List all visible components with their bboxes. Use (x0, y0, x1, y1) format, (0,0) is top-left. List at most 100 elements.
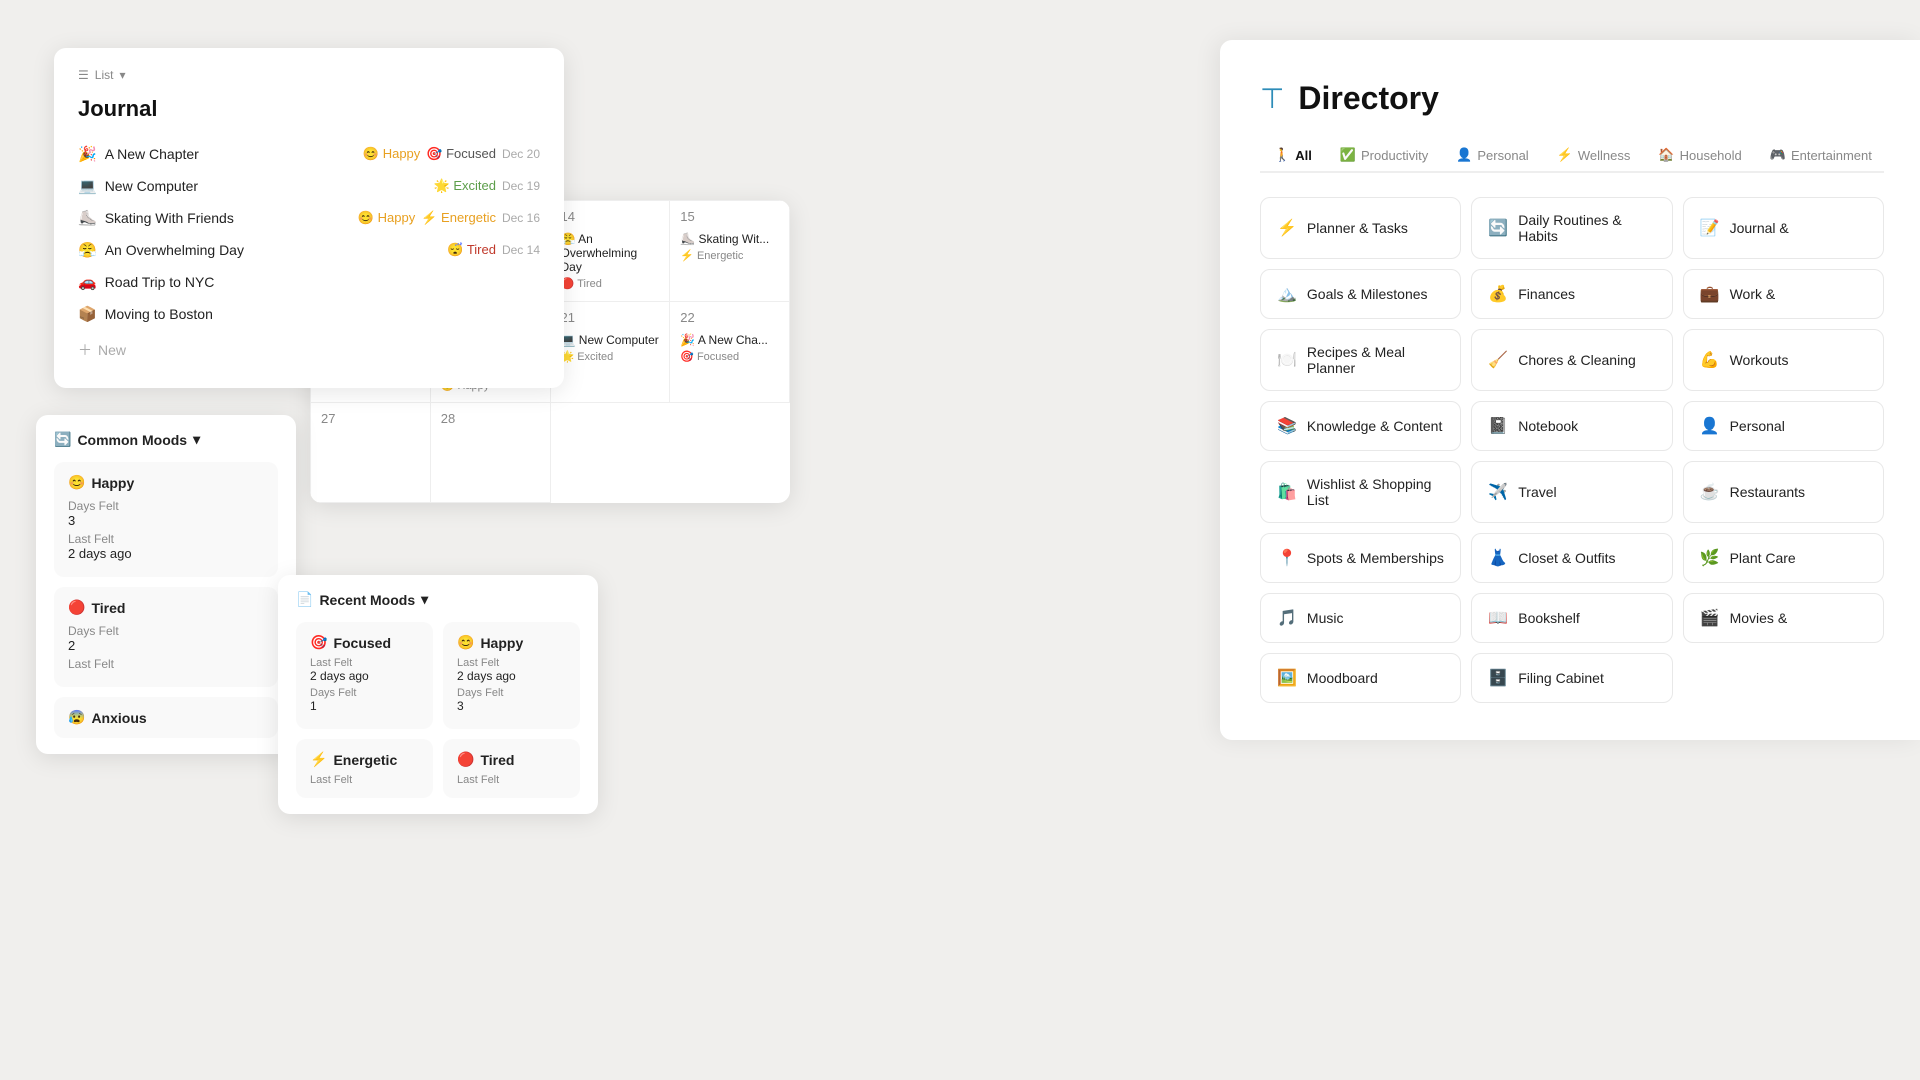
closet-icon: 👗 (1488, 548, 1508, 568)
cal-event-title[interactable]: 😤 An Overwhelming Day (561, 232, 660, 274)
entry-emoji: 😤 (78, 241, 97, 259)
recent-mood-name: 🔴 Tired (457, 751, 566, 768)
dir-item-knowledge[interactable]: 📚 Knowledge & Content (1260, 401, 1461, 451)
dir-item-personal[interactable]: 👤 Personal (1683, 401, 1884, 451)
days-felt-label: Days Felt (68, 499, 264, 513)
journal-entry-6[interactable]: 📦 Moving to Boston (78, 298, 540, 330)
last-felt-label: Last Felt (68, 657, 264, 671)
dir-item-label: Music (1307, 610, 1344, 626)
dir-item-spots[interactable]: 📍 Spots & Memberships (1260, 533, 1461, 583)
dir-item-daily-routines[interactable]: 🔄 Daily Routines & Habits (1471, 197, 1672, 259)
dir-item-closet[interactable]: 👗 Closet & Outfits (1471, 533, 1672, 583)
household-icon: 🏠 (1658, 147, 1674, 163)
notebook-icon: 📓 (1488, 416, 1508, 436)
tab-household[interactable]: 🏠 Household (1644, 139, 1755, 173)
tab-all[interactable]: 🚶 All (1260, 139, 1326, 173)
chevron-down-icon: ▾ (193, 431, 200, 448)
dir-item-label: Finances (1518, 286, 1575, 302)
dir-item-work[interactable]: 💼 Work & (1683, 269, 1884, 319)
journal-entry-3[interactable]: ⛸️ Skating With Friends 😊 Happy ⚡ Energe… (78, 202, 540, 234)
dir-item-recipes[interactable]: 🍽️ Recipes & Meal Planner (1260, 329, 1461, 391)
cal-event-tag: 🔴Tired (561, 277, 660, 290)
dir-item-label: Chores & Cleaning (1518, 352, 1636, 368)
tab-wellness[interactable]: ⚡ Wellness (1543, 139, 1645, 173)
tab-entertainment[interactable]: 🎮 Entertainment (1756, 139, 1884, 173)
dir-item-label: Plant Care (1730, 550, 1796, 566)
recent-mood-name: ⚡ Energetic (310, 751, 419, 768)
dir-item-workouts[interactable]: 💪 Workouts (1683, 329, 1884, 391)
last-felt-label: Last Felt (457, 774, 566, 786)
recent-mood-name: 😊 Happy (457, 634, 566, 651)
dir-item-plants[interactable]: 🌿 Plant Care (1683, 533, 1884, 583)
dir-item-label: Planner & Tasks (1307, 220, 1408, 236)
recent-mood-focused[interactable]: 🎯 Focused Last Felt 2 days ago Days Felt… (296, 622, 433, 729)
file-icon: 📄 (296, 591, 313, 608)
dir-item-label: Restaurants (1730, 484, 1805, 500)
dir-item-travel[interactable]: ✈️ Travel (1471, 461, 1672, 523)
new-label[interactable]: New (98, 342, 126, 358)
dir-item-label: Moodboard (1307, 670, 1378, 686)
tab-productivity[interactable]: ✅ Productivity (1326, 139, 1442, 173)
journal-entry-2[interactable]: 💻 New Computer 🌟 Excited Dec 19 (78, 170, 540, 202)
productivity-icon: ✅ (1340, 147, 1356, 163)
dir-item-chores[interactable]: 🧹 Chores & Cleaning (1471, 329, 1672, 391)
last-felt-label: Last Felt (310, 774, 419, 786)
entry-emoji: 📦 (78, 305, 97, 323)
journal-entry-1[interactable]: 🎉 A New Chapter 😊 Happy 🎯 Focused Dec 20 (78, 138, 540, 170)
dir-item-movies[interactable]: 🎬 Movies & (1683, 593, 1884, 643)
dir-item-label: Filing Cabinet (1518, 670, 1604, 686)
last-felt-value: 2 days ago (310, 669, 419, 683)
mood-card-tired[interactable]: 🔴 Tired Days Felt 2 Last Felt (54, 587, 278, 687)
entry-date: Dec 19 (502, 179, 540, 193)
tag-energetic: ⚡ Energetic (421, 210, 496, 226)
dir-item-bookshelf[interactable]: 📖 Bookshelf (1471, 593, 1672, 643)
tab-personal[interactable]: 👤 Personal (1442, 139, 1543, 173)
cal-event-title[interactable]: 💻 New Computer (561, 333, 660, 347)
tab-label: Entertainment (1791, 148, 1872, 163)
dir-item-journal[interactable]: 📝 Journal & (1683, 197, 1884, 259)
dir-item-label: Wishlist & Shopping List (1307, 476, 1444, 508)
dir-item-music[interactable]: 🎵 Music (1260, 593, 1461, 643)
dir-item-finances[interactable]: 💰 Finances (1471, 269, 1672, 319)
dir-item-planner[interactable]: ⚡ Planner & Tasks (1260, 197, 1461, 259)
entry-date: Dec 20 (502, 147, 540, 161)
list-icon: ☰ (78, 68, 89, 82)
cal-day-number: 28 (441, 411, 540, 426)
recent-mood-happy[interactable]: 😊 Happy Last Felt 2 days ago Days Felt 3 (443, 622, 580, 729)
cal-event-title[interactable]: ⛸️ Skating Wit... (680, 232, 779, 246)
journal-view-label[interactable]: List (95, 68, 114, 82)
dir-item-label: Spots & Memberships (1307, 550, 1444, 566)
last-felt-label: Last Felt (310, 657, 419, 669)
recent-mood-tired[interactable]: 🔴 Tired Last Felt (443, 739, 580, 798)
journal-entry-4[interactable]: 😤 An Overwhelming Day 😴 Tired Dec 14 (78, 234, 540, 266)
recent-mood-energetic[interactable]: ⚡ Energetic Last Felt (296, 739, 433, 798)
recent-mood-name: 🎯 Focused (310, 634, 419, 651)
days-felt-value: 1 (310, 699, 419, 713)
music-icon: 🎵 (1277, 608, 1297, 628)
dir-item-wishlist[interactable]: 🛍️ Wishlist & Shopping List (1260, 461, 1461, 523)
tag-happy: 😊 Happy (358, 210, 415, 226)
dir-item-notebook[interactable]: 📓 Notebook (1471, 401, 1672, 451)
entry-title: A New Chapter (105, 146, 199, 162)
cal-day-number: 27 (321, 411, 420, 426)
mood-card-happy[interactable]: 😊 Happy Days Felt 3 Last Felt 2 days ago (54, 462, 278, 577)
dir-item-label: Personal (1730, 418, 1785, 434)
recent-moods-header: 📄 Recent Moods ▾ (296, 591, 580, 608)
recent-moods-grid: 🎯 Focused Last Felt 2 days ago Days Felt… (296, 622, 580, 798)
mood-label: Tired (480, 752, 514, 768)
dir-item-filing[interactable]: 🗄️ Filing Cabinet (1471, 653, 1672, 703)
mood-card-anxious[interactable]: 😰 Anxious (54, 697, 278, 738)
entry-emoji: 💻 (78, 177, 97, 195)
entry-emoji: 🚗 (78, 273, 97, 291)
cal-event-title[interactable]: 🎉 A New Cha... (680, 333, 779, 347)
days-felt-label: Days Felt (310, 687, 419, 699)
directory-title: Directory (1298, 80, 1439, 117)
recipes-icon: 🍽️ (1277, 350, 1297, 370)
mood-label: Energetic (333, 752, 397, 768)
new-entry-button[interactable]: ＋ New (78, 340, 540, 360)
dir-item-moodboard[interactable]: 🖼️ Moodboard (1260, 653, 1461, 703)
mood-label: Happy (480, 635, 523, 651)
dir-item-restaurants[interactable]: ☕ Restaurants (1683, 461, 1884, 523)
dir-item-goals[interactable]: 🏔️ Goals & Milestones (1260, 269, 1461, 319)
journal-entry-5[interactable]: 🚗 Road Trip to NYC (78, 266, 540, 298)
